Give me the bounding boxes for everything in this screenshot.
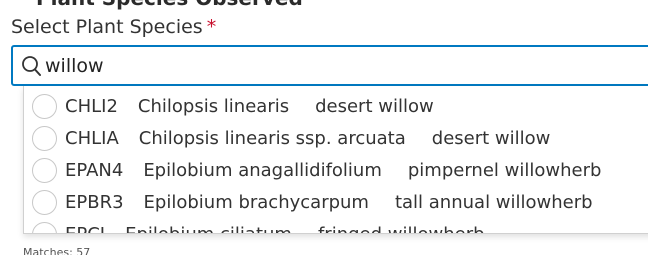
search-icon [22,55,41,76]
radio-circle-icon[interactable] [32,221,57,233]
search-box[interactable] [11,45,648,86]
common-name: desert willow [431,127,551,149]
species-code: EPCI [65,223,106,234]
result-option[interactable]: CHLI2 Chilopsis linearis desert willow [24,90,648,122]
scientific-name: Chilopsis linearis ssp. arcuata [138,127,406,149]
section-heading: Plant Species Observed [36,0,303,10]
required-marker: * [206,16,217,38]
scientific-name: Epilobium brachycarpum [143,191,369,213]
common-name: fringed willowherb [317,223,485,234]
field-label: Select Plant Species * [11,16,216,38]
scientific-name: Epilobium ciliatum [125,223,292,234]
radio-circle-icon[interactable] [32,157,57,183]
common-name: tall annual willowherb [394,191,593,213]
scientific-name: Epilobium anagallidifolium [143,159,382,181]
result-option[interactable]: EPCI Epilobium ciliatum fringed willowhe… [24,218,648,234]
field-label-text: Select Plant Species [11,16,203,38]
species-picker: Plant Species Observed Select Plant Spec… [0,0,648,255]
species-code: CHLI2 [65,95,118,117]
result-option[interactable]: CHLIA Chilopsis linearis ssp. arcuata de… [24,122,648,154]
species-code: EPBR3 [65,191,124,213]
radio-circle-icon[interactable] [32,189,57,215]
results-dropdown[interactable]: CHLI2 Chilopsis linearis desert willow C… [23,86,648,234]
radio-circle-icon[interactable] [32,125,57,151]
common-name: desert willow [315,95,434,117]
species-code: EPAN4 [65,159,124,181]
matches-count: Matches: 57 [23,246,91,255]
result-option[interactable]: EPAN4 Epilobium anagallidifolium pimpern… [24,154,648,186]
common-name: pimpernel willowherb [407,159,602,181]
species-code: CHLIA [65,127,119,149]
search-input[interactable] [45,54,605,77]
radio-circle-icon[interactable] [32,93,57,119]
result-option[interactable]: EPBR3 Epilobium brachycarpum tall annual… [24,186,648,218]
scientific-name: Chilopsis linearis [137,95,290,117]
